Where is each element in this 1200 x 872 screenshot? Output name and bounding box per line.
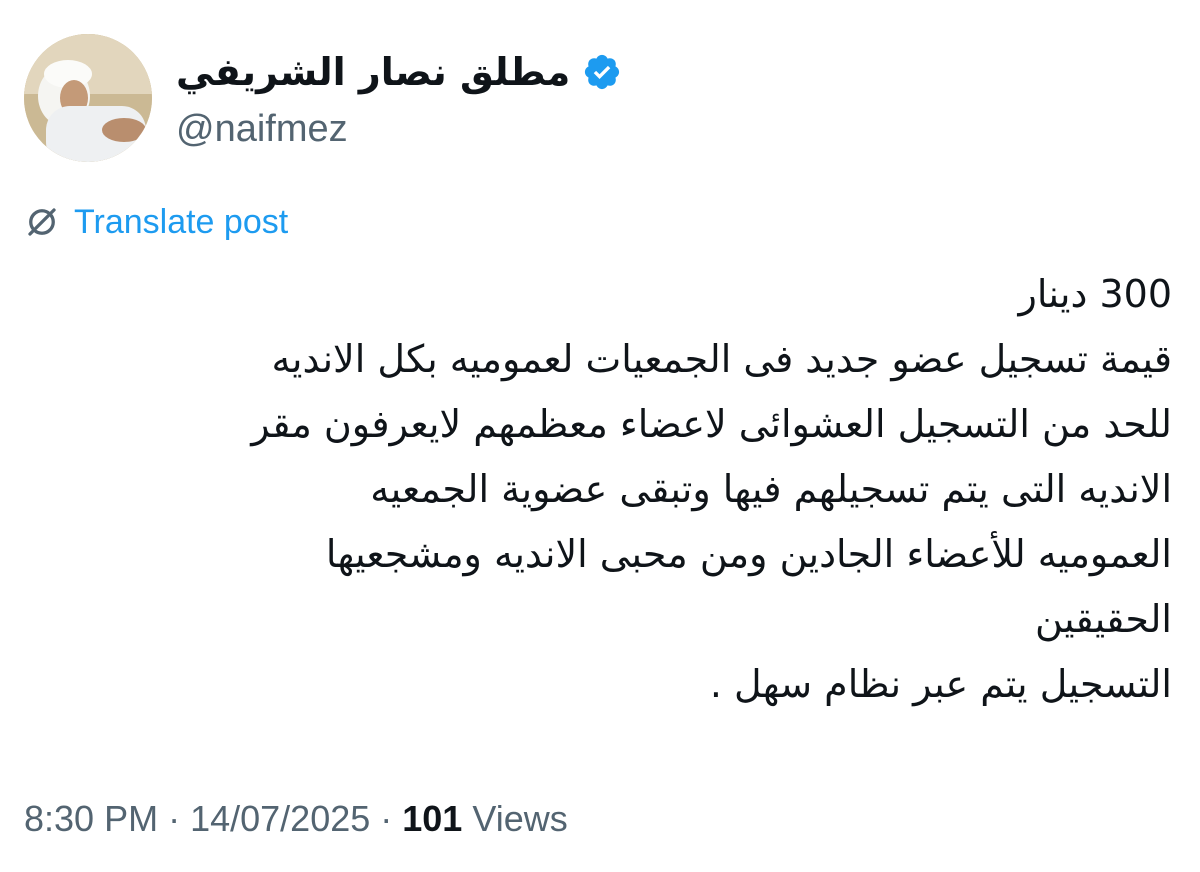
post-line: للحد من التسجيل العشوائى لاعضاء معظمهم ل… <box>251 402 1172 446</box>
display-name[interactable]: مطلق نصار الشريفي <box>176 50 570 94</box>
translate-icon <box>28 208 56 236</box>
meta-separator: · <box>380 798 393 839</box>
avatar-image <box>24 34 152 162</box>
post-date[interactable]: 14/07/2025 <box>190 798 370 840</box>
avatar[interactable] <box>24 34 152 162</box>
post-meta: 8:30 PM · 14/07/2025 · 101 Views <box>24 798 568 840</box>
views-label: Views <box>472 798 568 839</box>
post-line: التسجيل يتم عبر نظام سهل . <box>709 662 1172 706</box>
post-time[interactable]: 8:30 PM <box>24 798 158 840</box>
verified-badge-icon[interactable] <box>582 52 622 92</box>
views-count: 101 <box>402 798 463 839</box>
post-line: الانديه التى يتم تسجيلهم فيها وتبقى عضوي… <box>370 467 1172 511</box>
translate-post-button[interactable]: Translate post <box>24 200 288 244</box>
author-block: مطلق نصار الشريفي @naifmez <box>176 46 776 151</box>
translate-post-label: Translate post <box>74 202 289 241</box>
post-line: قيمة تسجيل عضو جديد فى الجمعيات لعموميه … <box>271 337 1172 381</box>
post-text: 300 دينار قيمة تسجيل عضو جديد فى الجمعيا… <box>32 262 1172 717</box>
post-line: الحقيقين <box>1035 597 1172 641</box>
name-row: مطلق نصار الشريفي <box>176 46 776 98</box>
post-line: 300 دينار <box>1018 272 1172 316</box>
user-handle[interactable]: @naifmez <box>176 108 776 151</box>
meta-separator: · <box>168 798 181 839</box>
post-line: العموميه للأعضاء الجادين ومن محبى الاندي… <box>325 532 1172 576</box>
